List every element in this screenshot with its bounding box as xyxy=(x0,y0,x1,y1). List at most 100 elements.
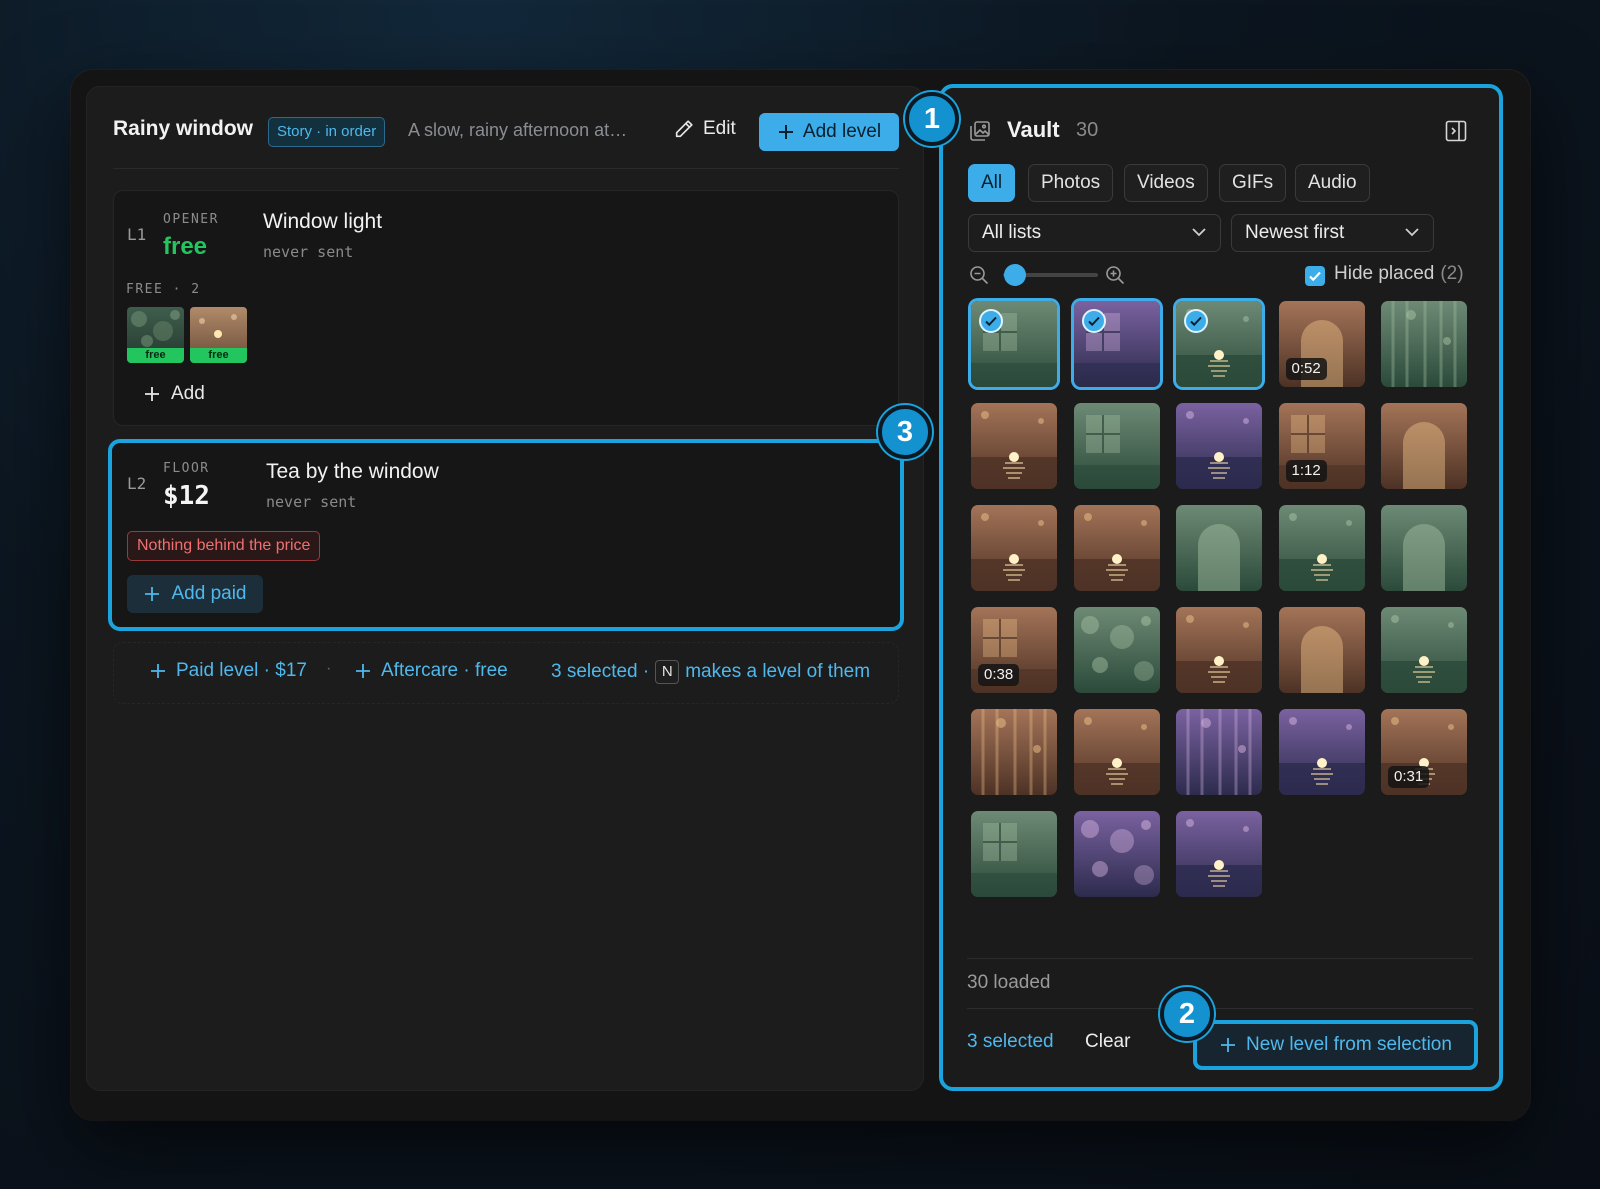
vault-media-thumb[interactable]: 1:12 xyxy=(1278,403,1365,489)
vault-media-thumb[interactable] xyxy=(1381,505,1467,591)
list-select[interactable]: All lists xyxy=(968,214,1221,252)
selected-check-icon xyxy=(1081,309,1106,333)
story-mode-badge[interactable]: Story · in order xyxy=(268,117,386,147)
add-aftercare-button[interactable]: Aftercare · free xyxy=(354,660,508,682)
vault-media-thumb[interactable] xyxy=(1073,505,1160,591)
add-paid-label: Add paid xyxy=(171,583,247,604)
media-preview-image xyxy=(1381,607,1467,693)
video-duration-badge: 0:52 xyxy=(1285,358,1327,380)
level-status: never sent xyxy=(263,243,354,261)
plus-icon xyxy=(145,387,159,401)
vault-media-thumb[interactable] xyxy=(971,811,1057,897)
media-preview-image xyxy=(1073,811,1160,897)
add-paid-button[interactable]: Add paid xyxy=(127,575,263,613)
checkmark-icon xyxy=(1309,271,1321,282)
vault-media-thumb[interactable] xyxy=(1176,709,1262,795)
media-preview-image xyxy=(1176,709,1262,795)
clear-selection-button[interactable]: Clear xyxy=(1085,1031,1130,1053)
vault-media-thumb[interactable] xyxy=(1073,607,1160,693)
add-paid-level-button[interactable]: Paid level · $17 xyxy=(149,660,307,682)
collapse-panel-icon[interactable] xyxy=(1445,120,1467,142)
selected-count: 3 selected xyxy=(967,1031,1054,1052)
vault-media-thumb[interactable] xyxy=(1381,607,1467,693)
filter-all[interactable]: All xyxy=(968,164,1016,202)
zoom-slider-handle[interactable] xyxy=(1004,264,1026,286)
level-code: L1 xyxy=(127,225,147,244)
level-kicker: FLOOR xyxy=(163,461,210,476)
hide-placed-label[interactable]: Hide placed (2) xyxy=(1334,263,1464,285)
vault-media-thumb[interactable] xyxy=(971,709,1057,795)
filter-photos[interactable]: Photos xyxy=(1028,164,1114,202)
level-price: $12 xyxy=(163,481,210,511)
hide-placed-count: (2) xyxy=(1440,263,1464,284)
new-level-from-selection-button[interactable]: New level from selection xyxy=(1193,1020,1478,1070)
vault-media-thumb[interactable] xyxy=(1278,709,1365,795)
add-level-label: Add level xyxy=(802,121,882,142)
media-preview-image xyxy=(1176,607,1262,693)
level-name[interactable]: Window light xyxy=(263,210,382,234)
vault-media-thumb[interactable] xyxy=(971,301,1057,387)
media-preview-image xyxy=(1278,709,1365,795)
vault-media-thumb[interactable] xyxy=(971,505,1057,591)
edit-button[interactable]: Edit xyxy=(673,118,736,140)
media-preview-image xyxy=(971,709,1057,795)
vault-media-thumb[interactable] xyxy=(971,403,1057,489)
vault-media-thumb[interactable] xyxy=(1278,505,1365,591)
vault-media-thumb[interactable] xyxy=(1176,811,1262,897)
plus-icon xyxy=(151,664,165,678)
plus-icon xyxy=(145,587,160,601)
vault-media-thumb[interactable] xyxy=(1176,301,1262,387)
story-description: A slow, rainy afternoon at… xyxy=(408,120,628,140)
sort-select[interactable]: Newest first xyxy=(1231,214,1434,252)
vault-media-thumb[interactable]: 0:38 xyxy=(971,607,1057,693)
media-preview-image xyxy=(1381,403,1467,489)
free-tag: free xyxy=(127,348,184,363)
vault-media-thumb[interactable] xyxy=(1073,301,1160,387)
zoom-out-icon[interactable] xyxy=(969,265,989,285)
media-preview-image xyxy=(1381,301,1467,387)
media-preview-image xyxy=(1073,403,1160,489)
hide-placed-checkbox[interactable] xyxy=(1305,266,1325,286)
filter-videos[interactable]: Videos xyxy=(1124,164,1208,202)
zoom-in-icon[interactable] xyxy=(1105,265,1125,285)
vault-media-thumb[interactable] xyxy=(1176,403,1262,489)
media-preview-image xyxy=(1176,505,1262,591)
media-preview-image xyxy=(1278,607,1365,693)
vault-media-thumb[interactable] xyxy=(1073,403,1160,489)
vault-media-thumb[interactable]: 0:31 xyxy=(1381,709,1467,795)
vault-media-thumb[interactable]: 0:52 xyxy=(1278,301,1365,387)
level-code: L2 xyxy=(127,474,147,493)
vault-media-thumb[interactable] xyxy=(1176,505,1262,591)
vault-media-thumb[interactable] xyxy=(1073,811,1160,897)
vault-media-thumb[interactable] xyxy=(1073,709,1160,795)
media-preview-image xyxy=(971,505,1057,591)
keyboard-shortcut-key: N xyxy=(655,660,680,684)
vault-media-thumb[interactable] xyxy=(1381,301,1467,387)
level-media-thumb[interactable]: free xyxy=(190,307,247,363)
plus-icon xyxy=(1221,1038,1236,1052)
story-title: Rainy window xyxy=(113,117,254,140)
loaded-count: 30 loaded xyxy=(967,972,1051,993)
vault-media-thumb[interactable] xyxy=(1176,607,1262,693)
free-media-count: FREE · 2 xyxy=(126,282,201,297)
level-name[interactable]: Tea by the window xyxy=(266,460,439,484)
media-preview-image xyxy=(1381,505,1467,591)
selected-check-icon xyxy=(979,309,1003,333)
add-level-button[interactable]: Add level xyxy=(759,113,899,151)
footer-divider xyxy=(967,1008,1473,1009)
separator-dot: · xyxy=(326,660,332,677)
plus-icon xyxy=(356,664,370,678)
vault-media-thumb[interactable] xyxy=(1278,607,1365,693)
free-tag: free xyxy=(190,348,247,363)
filter-gifs[interactable]: GIFs xyxy=(1219,164,1287,202)
level-price: free xyxy=(163,233,208,260)
level-media-thumb[interactable]: free xyxy=(127,307,184,363)
add-media-button[interactable]: Add xyxy=(143,383,205,405)
edit-label: Edit xyxy=(703,118,736,139)
filter-audio[interactable]: Audio xyxy=(1295,164,1370,202)
vault-media-thumb[interactable] xyxy=(1381,403,1467,489)
header-divider xyxy=(113,168,899,169)
vault-title: Vault xyxy=(1007,117,1060,142)
level-kicker: OPENER xyxy=(163,212,219,227)
video-duration-badge: 1:12 xyxy=(1285,460,1327,482)
